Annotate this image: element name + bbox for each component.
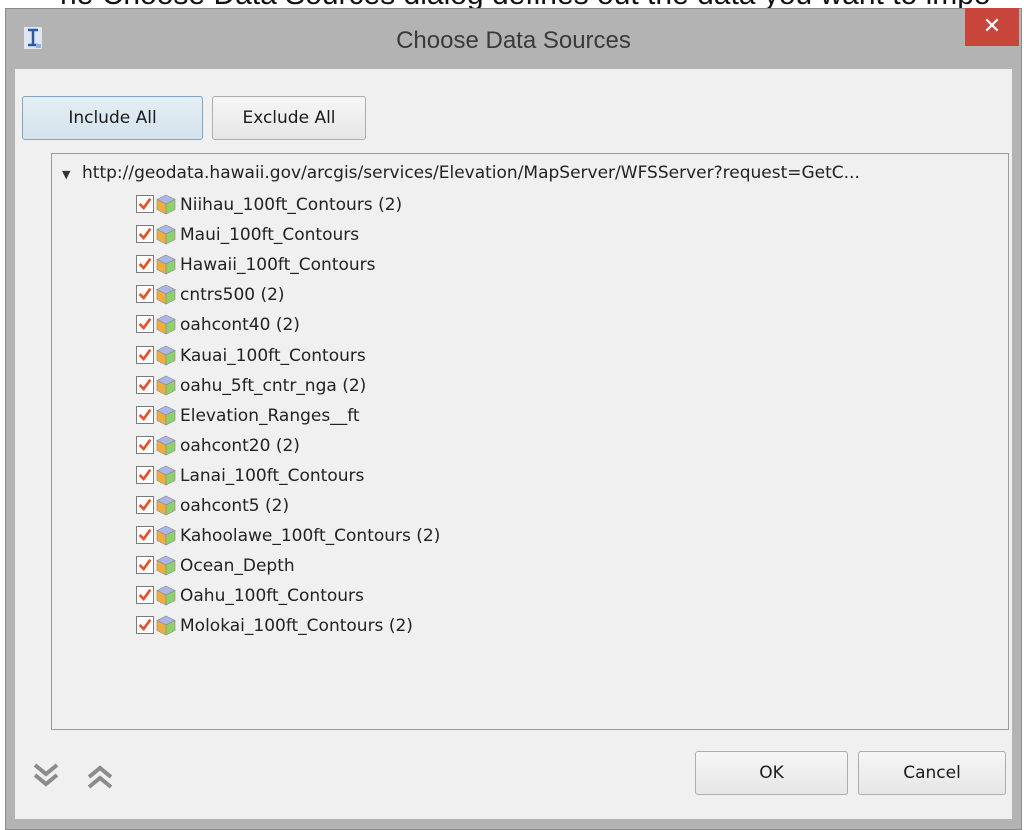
tree-item-label: Molokai_100ft_Contours (2) (180, 616, 413, 637)
item-checkbox[interactable] (136, 225, 154, 244)
layer-cube-icon (156, 435, 176, 456)
tree-item-label: Hawaii_100ft_Contours (180, 255, 376, 276)
exclude-all-button[interactable]: Exclude All (212, 96, 366, 140)
layer-cube-icon (156, 465, 176, 486)
item-checkbox[interactable] (136, 315, 154, 334)
tree-item-label: Lanai_100ft_Contours (180, 465, 365, 486)
layer-cube-icon (156, 555, 176, 576)
tree-item-label: Kahoolawe_100ft_Contours (2) (180, 526, 441, 547)
tree-root-url: http://geodata.hawaii.gov/arcgis/service… (82, 163, 860, 183)
choose-data-sources-dialog: Choose Data Sources ✕ Include All Exclud… (5, 8, 1022, 830)
item-checkbox[interactable] (136, 285, 154, 304)
ok-button[interactable]: OK (695, 751, 848, 795)
expand-arrow-icon[interactable]: ▼ (62, 161, 82, 189)
item-checkbox[interactable] (136, 375, 154, 394)
tree-item-label: oahcont5 (2) (180, 496, 290, 516)
double-chevron-down-icon[interactable] (31, 761, 61, 791)
item-checkbox[interactable] (136, 255, 154, 274)
tree-item-label: oahcont20 (2) (180, 435, 300, 456)
tree-item-label: Maui_100ft_Contours (180, 225, 360, 246)
data-source-tree[interactable]: ▼ http://geodata.hawaii.gov/arcgis/servic… (51, 153, 1009, 730)
item-checkbox[interactable] (136, 435, 154, 454)
layer-cube-icon (156, 616, 176, 636)
layer-cube-icon (156, 254, 176, 275)
item-checkbox[interactable] (136, 195, 154, 213)
double-chevron-up-icon[interactable] (85, 761, 115, 791)
tree-root-row[interactable]: ▼ http://geodata.hawaii.gov/arcgis/servic… (62, 159, 860, 187)
dialog-body: Include All Exclude All ▼ http://geodata.… (15, 69, 1012, 819)
layer-cube-icon (156, 405, 176, 426)
layer-cube-icon (156, 585, 176, 606)
item-checkbox[interactable] (136, 556, 154, 575)
item-checkbox[interactable] (136, 586, 154, 605)
tree-item-label: Elevation_Ranges__ft (180, 405, 360, 426)
tree-item-label: Kauai_100ft_Contours (180, 345, 366, 366)
dialog-title: Choose Data Sources (396, 27, 631, 54)
tree-item-label: oahu_5ft_cntr_nga (2) (180, 375, 367, 396)
close-icon: ✕ (982, 14, 1002, 39)
layer-cube-icon (156, 345, 176, 365)
item-checkbox[interactable] (136, 345, 154, 364)
tree-item-label: Niihau_100ft_Contours (2) (180, 195, 403, 215)
include-all-button[interactable]: Include All (22, 96, 203, 140)
tree-item-label: Ocean_Depth (180, 556, 295, 577)
item-checkbox[interactable] (136, 526, 154, 545)
layer-cube-icon (156, 194, 176, 215)
item-checkbox[interactable] (136, 496, 154, 514)
tree-item-label: Oahu_100ft_Contours (180, 586, 364, 607)
layer-cube-icon (156, 284, 176, 305)
layer-cube-icon (156, 525, 176, 546)
layer-cube-icon (156, 495, 176, 516)
item-checkbox[interactable] (136, 616, 154, 635)
close-button[interactable]: ✕ (965, 8, 1019, 46)
tree-item-label: cntrs500 (2) (180, 285, 285, 306)
cancel-button[interactable]: Cancel (858, 751, 1006, 795)
tree-item-label: oahcont40 (2) (180, 315, 300, 336)
layer-cube-icon (156, 315, 176, 335)
title-bar[interactable]: Choose Data Sources ✕ (6, 8, 1021, 69)
item-checkbox[interactable] (136, 465, 154, 484)
item-checkbox[interactable] (136, 405, 154, 424)
layer-cube-icon (156, 375, 176, 396)
layer-cube-icon (156, 224, 176, 245)
